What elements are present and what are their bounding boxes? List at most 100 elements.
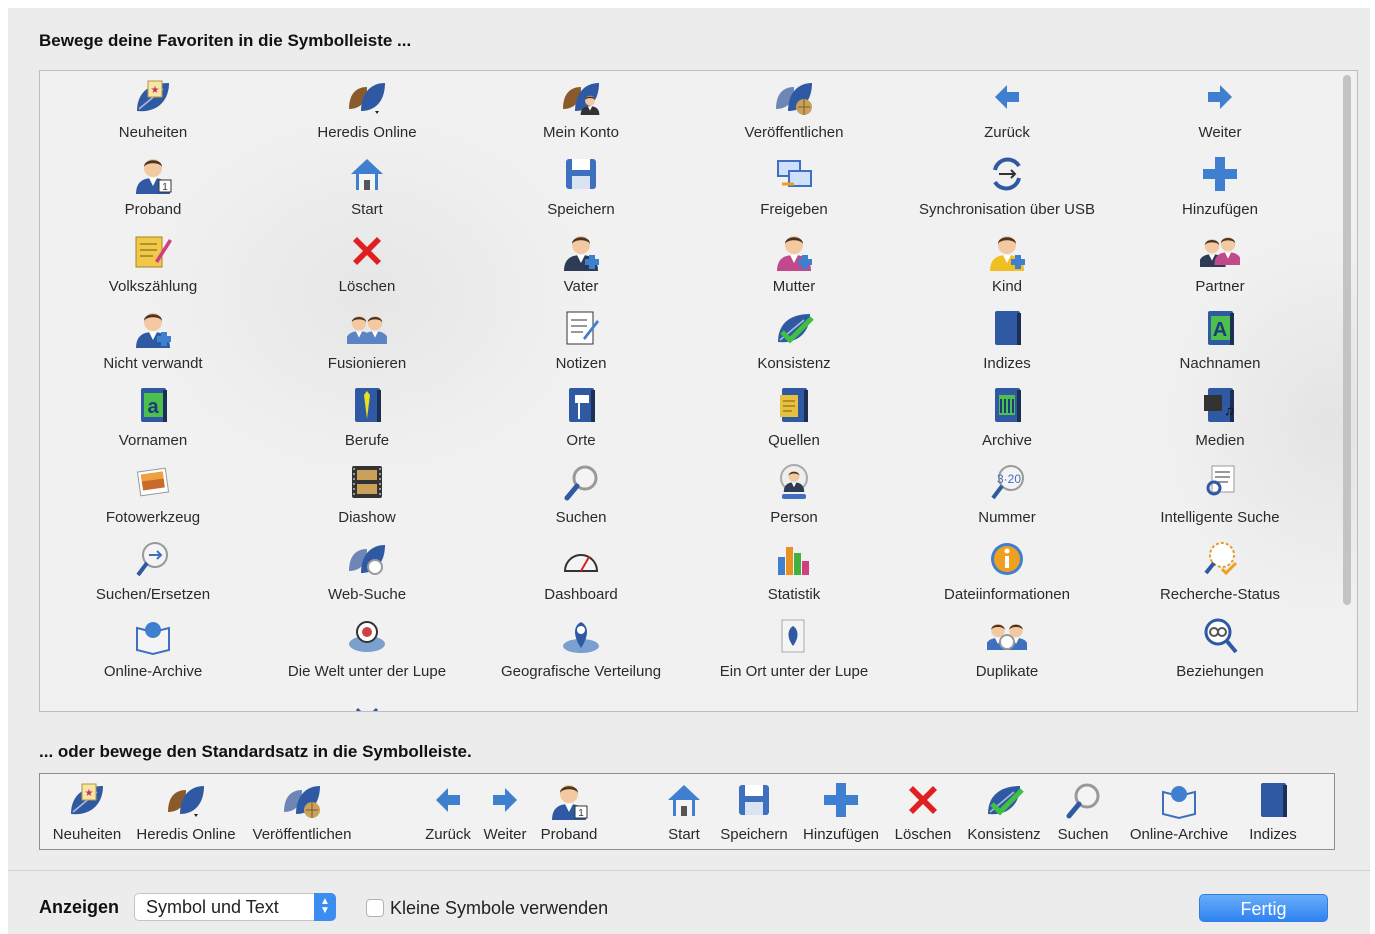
favorite-item[interactable]: Kind xyxy=(901,225,1113,302)
svg-text:★: ★ xyxy=(85,788,94,799)
favorite-item[interactable]: Die Welt unter der Lupe xyxy=(261,610,473,687)
favorite-item[interactable]: Start xyxy=(261,148,473,225)
number-icon: 3·20 xyxy=(987,462,1027,502)
favorite-item[interactable]: Löschen xyxy=(261,225,473,302)
favorite-item[interactable]: Partner xyxy=(1114,225,1326,302)
favorite-item[interactable]: Suchen xyxy=(475,456,687,533)
add-icon xyxy=(821,780,861,820)
unrelated-icon xyxy=(133,308,173,348)
favorite-item[interactable]: Veröffentlichen xyxy=(688,71,900,148)
favorite-item[interactable]: ★ Neuheiten xyxy=(47,71,259,148)
favorite-item-label: Hinzufügen xyxy=(1182,201,1258,218)
default-set-item[interactable]: Hinzufügen xyxy=(798,774,884,849)
chart-icon[interactable] xyxy=(1200,693,1240,711)
favorite-item[interactable]: Diashow xyxy=(261,456,473,533)
favorite-item[interactable]: Web-Suche xyxy=(261,533,473,610)
search-icon xyxy=(561,462,601,502)
default-set-item[interactable]: Speichern xyxy=(714,774,794,849)
favorite-item[interactable]: Notizen xyxy=(475,302,687,379)
favorite-item[interactable]: Synchronisation über USB xyxy=(901,148,1113,225)
default-set-item[interactable]: Suchen xyxy=(1054,774,1112,849)
favorite-item[interactable]: Online-Archive xyxy=(47,610,259,687)
default-set-item[interactable]: Zurück xyxy=(420,774,476,849)
favorite-item[interactable]: 1 Proband xyxy=(47,148,259,225)
favorite-item[interactable]: Beziehungen xyxy=(1114,610,1326,687)
places-icon xyxy=(561,385,601,425)
favorite-item[interactable]: Heredis Online xyxy=(261,71,473,148)
favorite-item[interactable]: Fusionieren xyxy=(261,302,473,379)
slideshow-icon xyxy=(347,462,387,502)
default-set-item[interactable]: Löschen xyxy=(888,774,958,849)
favorite-item[interactable]: Ein Ort unter der Lupe xyxy=(688,610,900,687)
favorite-item[interactable]: Geografische Verteilung xyxy=(475,610,687,687)
default-set-strip[interactable]: ★ Neuheiten Heredis Online Veröffentlichen Z… xyxy=(39,773,1335,850)
done-button[interactable]: Fertig xyxy=(1199,894,1328,922)
show-mode-select[interactable]: Symbol und Text ▲ ▼ xyxy=(134,893,336,921)
default-set-item-label: Hinzufügen xyxy=(803,826,879,843)
favorite-item-label: Quellen xyxy=(768,432,820,449)
favorite-item[interactable]: Hinzufügen xyxy=(1114,148,1326,225)
favorite-item[interactable]: Duplikate xyxy=(901,610,1113,687)
favorite-item-label: Recherche-Status xyxy=(1159,586,1281,603)
favorite-item[interactable]: Mein Konto xyxy=(475,71,687,148)
favorite-item[interactable]: Fotowerkzeug xyxy=(47,456,259,533)
svg-text:1: 1 xyxy=(162,182,168,193)
default-set-item[interactable]: Heredis Online xyxy=(132,774,240,849)
favorite-item[interactable]: Dateiinformationen xyxy=(901,533,1113,610)
geo-distribution-icon xyxy=(561,616,601,656)
small-icons-checkbox[interactable] xyxy=(366,899,384,917)
list-icon[interactable] xyxy=(133,693,173,711)
favorite-item[interactable]: 3·20 Nummer xyxy=(901,456,1113,533)
favorite-item-label: Löschen xyxy=(338,278,396,295)
default-set-item[interactable]: Online-Archive xyxy=(1124,774,1234,849)
favorite-item-label: Vater xyxy=(563,278,599,295)
favorite-item[interactable]: Mutter xyxy=(688,225,900,302)
favorite-item-label: Vornamen xyxy=(118,432,188,449)
small-icons-label[interactable]: Kleine Symbole verwenden xyxy=(390,898,608,919)
card-icon[interactable] xyxy=(561,693,601,711)
default-set-item[interactable]: Veröffentlichen xyxy=(246,774,358,849)
favorite-item[interactable]: Person xyxy=(688,456,900,533)
tree-people-icon[interactable] xyxy=(347,693,387,711)
favorite-item[interactable]: Recherche-Status xyxy=(1114,533,1326,610)
home-icon xyxy=(347,154,387,194)
favorite-item[interactable]: Vater xyxy=(475,225,687,302)
favorite-item-label: Fusionieren xyxy=(327,355,407,372)
favorite-item[interactable]: a Vornamen xyxy=(47,379,259,456)
family-icon[interactable] xyxy=(987,693,1027,711)
favorite-item[interactable]: Freigeben xyxy=(688,148,900,225)
default-set-item[interactable]: 1 Proband xyxy=(536,774,602,849)
default-set-item[interactable]: Start xyxy=(662,774,706,849)
svg-text:1: 1 xyxy=(578,808,584,819)
favorite-item[interactable]: Zurück xyxy=(901,71,1113,148)
default-set-item[interactable]: Indizes xyxy=(1242,774,1304,849)
favorite-item[interactable]: Quellen xyxy=(688,379,900,456)
favorite-item[interactable]: Intelligente Suche xyxy=(1114,456,1326,533)
favorite-item[interactable]: Suchen/Ersetzen xyxy=(47,533,259,610)
default-set-item[interactable]: ★ Neuheiten xyxy=(48,774,126,849)
save-icon xyxy=(734,780,774,820)
default-set-item[interactable]: Konsistenz xyxy=(962,774,1046,849)
favorites-scrollbar[interactable] xyxy=(1343,75,1351,605)
favorite-item[interactable]: Nicht verwandt xyxy=(47,302,259,379)
favorite-item[interactable]: A Nachnamen xyxy=(1114,302,1326,379)
favorite-item[interactable]: Indizes xyxy=(901,302,1113,379)
default-set-item[interactable]: Weiter xyxy=(480,774,530,849)
favorite-item[interactable]: Speichern xyxy=(475,148,687,225)
favorite-item[interactable]: Statistik xyxy=(688,533,900,610)
favorite-item-label: Dashboard xyxy=(544,586,618,603)
world-magnifier-icon xyxy=(347,616,387,656)
chevron-updown-icon[interactable]: ▲ ▼ xyxy=(314,893,336,921)
footer-divider xyxy=(8,870,1370,871)
favorite-item[interactable]: Berufe xyxy=(261,379,473,456)
favorite-item[interactable]: Archive xyxy=(901,379,1113,456)
favorite-item[interactable]: Weiter xyxy=(1114,71,1326,148)
favorite-item[interactable]: Konsistenz xyxy=(688,302,900,379)
favorite-item[interactable]: Dashboard xyxy=(475,533,687,610)
favorite-item[interactable]: ♫ Medien xyxy=(1114,379,1326,456)
favorite-item[interactable]: Volkszählung xyxy=(47,225,259,302)
favorite-item-label: Ein Ort unter der Lupe xyxy=(719,663,869,680)
media-icon: ♫ xyxy=(1200,385,1240,425)
calendar-icon[interactable] xyxy=(774,693,814,711)
favorite-item[interactable]: Orte xyxy=(475,379,687,456)
